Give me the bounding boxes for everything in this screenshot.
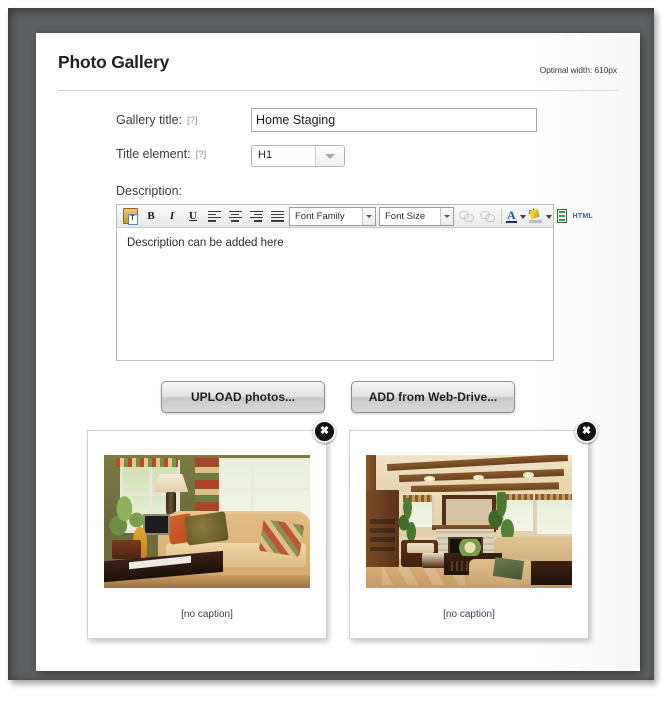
title-element-help-icon[interactable]: [?] xyxy=(196,149,207,160)
highlight-color-button[interactable]: ab xyxy=(528,208,554,223)
unlink-button xyxy=(477,206,497,226)
photo-thumbnail-card[interactable]: ✖ [no caption] xyxy=(349,420,598,639)
description-rich-text-editor: B I U Font Fami xyxy=(116,204,593,361)
add-from-web-drive-button[interactable]: ADD from Web-Drive... xyxy=(351,381,515,413)
page-header: Photo Gallery Optimal width: 610px xyxy=(58,52,618,91)
text-color-button[interactable]: A xyxy=(506,207,528,223)
gallery-title-help-icon[interactable]: [?] xyxy=(187,115,198,126)
gallery-title-input[interactable] xyxy=(251,108,537,132)
gallery-title-label: Gallery title: [?] xyxy=(116,113,251,127)
page-title: Photo Gallery xyxy=(58,52,170,72)
title-element-selected-value: H1 xyxy=(252,146,315,166)
gallery-title-label-text: Gallery title: xyxy=(116,113,182,127)
delete-photo-icon[interactable]: ✖ xyxy=(575,420,598,443)
align-justify-icon xyxy=(270,210,284,222)
title-element-select[interactable]: H1 xyxy=(251,145,345,167)
align-left-button[interactable] xyxy=(204,206,224,226)
delete-photo-icon[interactable]: ✖ xyxy=(313,420,336,443)
align-right-icon xyxy=(249,210,263,222)
living-room-wood-beams-fireplace-photo xyxy=(366,455,572,588)
font-family-chevron-down-icon[interactable] xyxy=(362,207,375,225)
align-right-button[interactable] xyxy=(246,206,266,226)
gallery-editor-page: Photo Gallery Optimal width: 610px Galle… xyxy=(36,33,640,671)
photo-caption-1[interactable]: [no caption] xyxy=(88,609,326,620)
description-editor-body[interactable]: Description can be added here xyxy=(117,228,553,361)
font-size-select[interactable]: Font Size xyxy=(379,206,454,226)
align-center-icon xyxy=(228,210,242,222)
font-family-value: Font Family xyxy=(295,210,345,222)
living-room-tan-sofa-photo xyxy=(104,455,310,588)
photo-image-2[interactable] xyxy=(366,455,572,588)
title-element-row: Title element: [?] H1 xyxy=(116,145,640,182)
upload-photos-button[interactable]: UPLOAD photos... xyxy=(161,381,325,413)
gallery-title-row: Gallery title: [?] xyxy=(116,108,640,145)
photo-thumbnail-grid: ✖ [no caption] ✖ [no caption] xyxy=(36,420,640,639)
photo-caption-2[interactable]: [no caption] xyxy=(350,609,588,620)
underline-button[interactable]: U xyxy=(183,206,203,226)
unlink-icon xyxy=(479,210,495,222)
optimal-width-hint: Optimal width: 610px xyxy=(539,65,617,75)
font-family-select[interactable]: Font Family xyxy=(289,206,376,226)
chevron-down-icon[interactable] xyxy=(315,146,344,166)
insert-link-button xyxy=(456,206,476,226)
italic-button[interactable]: I xyxy=(162,206,182,226)
highlight-bar xyxy=(528,220,542,223)
paste-from-word-icon[interactable] xyxy=(120,206,140,226)
html-source-button[interactable]: HTML xyxy=(573,213,593,220)
font-size-value: Font Size xyxy=(385,210,426,222)
highlight-pen-icon: ab xyxy=(528,208,543,223)
align-justify-button[interactable] xyxy=(267,206,287,226)
toolbar-divider xyxy=(501,208,502,224)
align-center-button[interactable] xyxy=(225,206,245,226)
gallery-form: Gallery title: [?] Title element: [?] H1 D… xyxy=(36,91,640,639)
photo-image-1[interactable] xyxy=(104,455,310,588)
text-color-icon: A xyxy=(506,207,517,223)
editor-toolbar: B I U Font Fami xyxy=(117,205,593,228)
description-label: Description: xyxy=(116,184,182,198)
title-element-label-text: Title element: xyxy=(116,147,191,161)
photo-action-buttons: UPLOAD photos... ADD from Web-Drive... xyxy=(36,381,640,413)
insert-link-icon xyxy=(458,210,474,222)
photo-thumbnail-card[interactable]: ✖ [no caption] xyxy=(87,420,336,639)
font-size-chevron-down-icon[interactable] xyxy=(440,207,453,225)
align-left-icon xyxy=(207,210,221,222)
clipboard-icon xyxy=(122,208,138,225)
title-element-label: Title element: [?] xyxy=(116,147,251,161)
text-color-chevron-down-icon[interactable] xyxy=(519,215,526,219)
browser-chrome-frame: Photo Gallery Optimal width: 610px Galle… xyxy=(8,8,654,680)
pen-shape xyxy=(529,208,540,219)
bold-button[interactable]: B xyxy=(141,206,161,226)
highlight-color-chevron-down-icon[interactable] xyxy=(545,215,552,219)
insert-table-icon[interactable] xyxy=(556,209,567,223)
